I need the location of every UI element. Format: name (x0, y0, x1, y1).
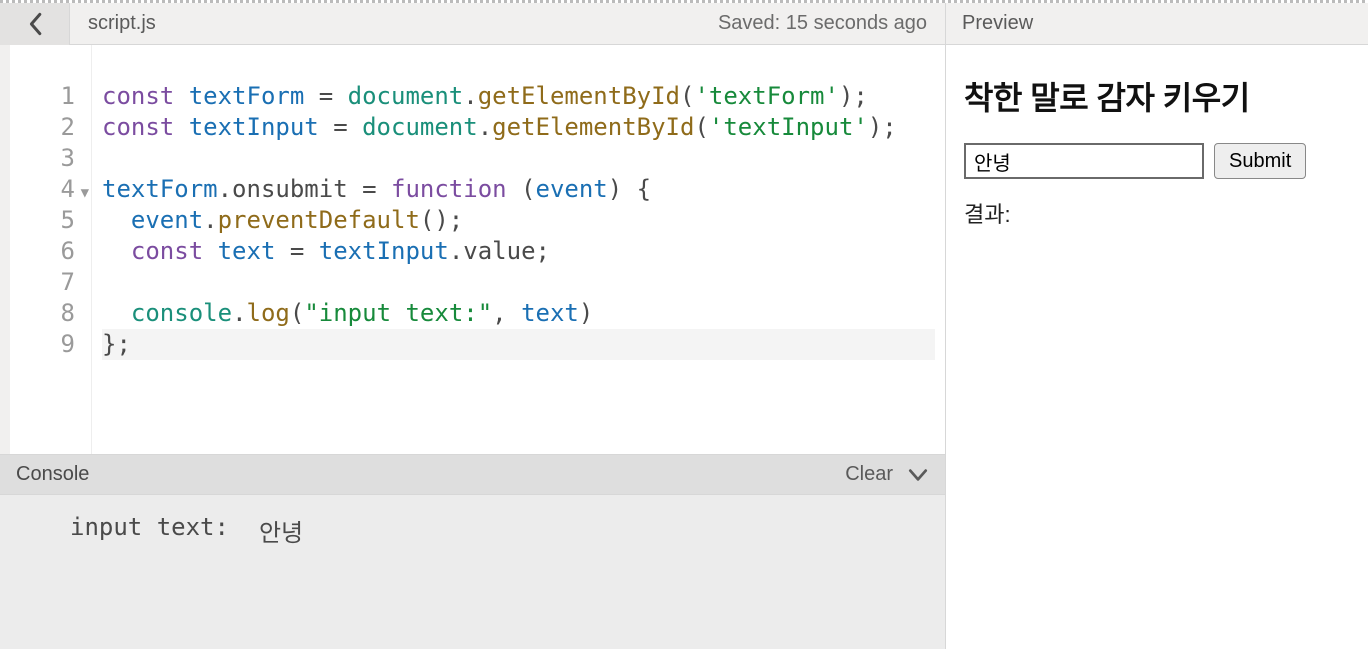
line-number: 2 (10, 112, 91, 143)
editor-pane: script.js Saved: 15 seconds ago 1 2 3 4▼… (0, 3, 946, 649)
line-number: 7 (10, 267, 91, 298)
preview-result-label: 결과: (964, 197, 1350, 229)
console-clear-button[interactable]: Clear (845, 463, 893, 486)
preview-body: 착한 말로 감자 키우기 Submit 결과: (946, 45, 1368, 257)
back-button[interactable] (0, 3, 70, 45)
line-number: 9 (10, 329, 91, 360)
filename-label: script.js (70, 12, 718, 35)
code-line: textForm.onsubmit = function (event) { (102, 175, 651, 203)
code-area[interactable]: const textForm = document.getElementById… (92, 45, 945, 454)
console-collapse-button[interactable] (907, 464, 929, 486)
console-log-row: input text: 안녕 (70, 513, 921, 548)
line-number: 3 (10, 143, 91, 174)
code-line: event.preventDefault(); (102, 206, 463, 234)
console-log-value: 안녕 (259, 513, 303, 548)
console-panel: Console Clear input text: 안녕 (0, 454, 945, 649)
line-gutter: 1 2 3 4▼ 5 6 7 8 9 (10, 45, 92, 454)
preview-pane: Preview 착한 말로 감자 키우기 Submit 결과: (946, 3, 1368, 649)
code-editor[interactable]: 1 2 3 4▼ 5 6 7 8 9 const textForm = docu… (0, 45, 945, 454)
line-number: 6 (10, 236, 91, 267)
code-line: const textForm = document.getElementById… (102, 82, 868, 110)
preview-submit-button[interactable]: Submit (1214, 143, 1306, 179)
code-line: const text = textInput.value; (102, 237, 550, 265)
line-number: 8 (10, 298, 91, 329)
preview-header: Preview (946, 3, 1368, 45)
line-number: 5 (10, 205, 91, 236)
console-log-prefix: input text: (70, 513, 229, 548)
code-line: }; (102, 329, 935, 360)
preview-form: Submit (964, 143, 1350, 179)
preview-text-input[interactable] (964, 143, 1204, 179)
chevron-down-icon (907, 464, 929, 486)
saved-status: Saved: 15 seconds ago (718, 12, 945, 35)
preview-heading: 착한 말로 감자 키우기 (964, 73, 1350, 119)
chevron-left-icon (27, 12, 43, 36)
line-number: 1 (10, 81, 91, 112)
console-output[interactable]: input text: 안녕 (0, 495, 945, 649)
code-line: const textInput = document.getElementByI… (102, 113, 897, 141)
line-number: 4▼ (10, 174, 91, 205)
editor-header: script.js Saved: 15 seconds ago (0, 3, 945, 45)
preview-title: Preview (962, 12, 1033, 35)
console-title: Console (16, 463, 845, 486)
code-line: console.log("input text:", text) (102, 299, 593, 327)
console-header: Console Clear (0, 455, 945, 495)
